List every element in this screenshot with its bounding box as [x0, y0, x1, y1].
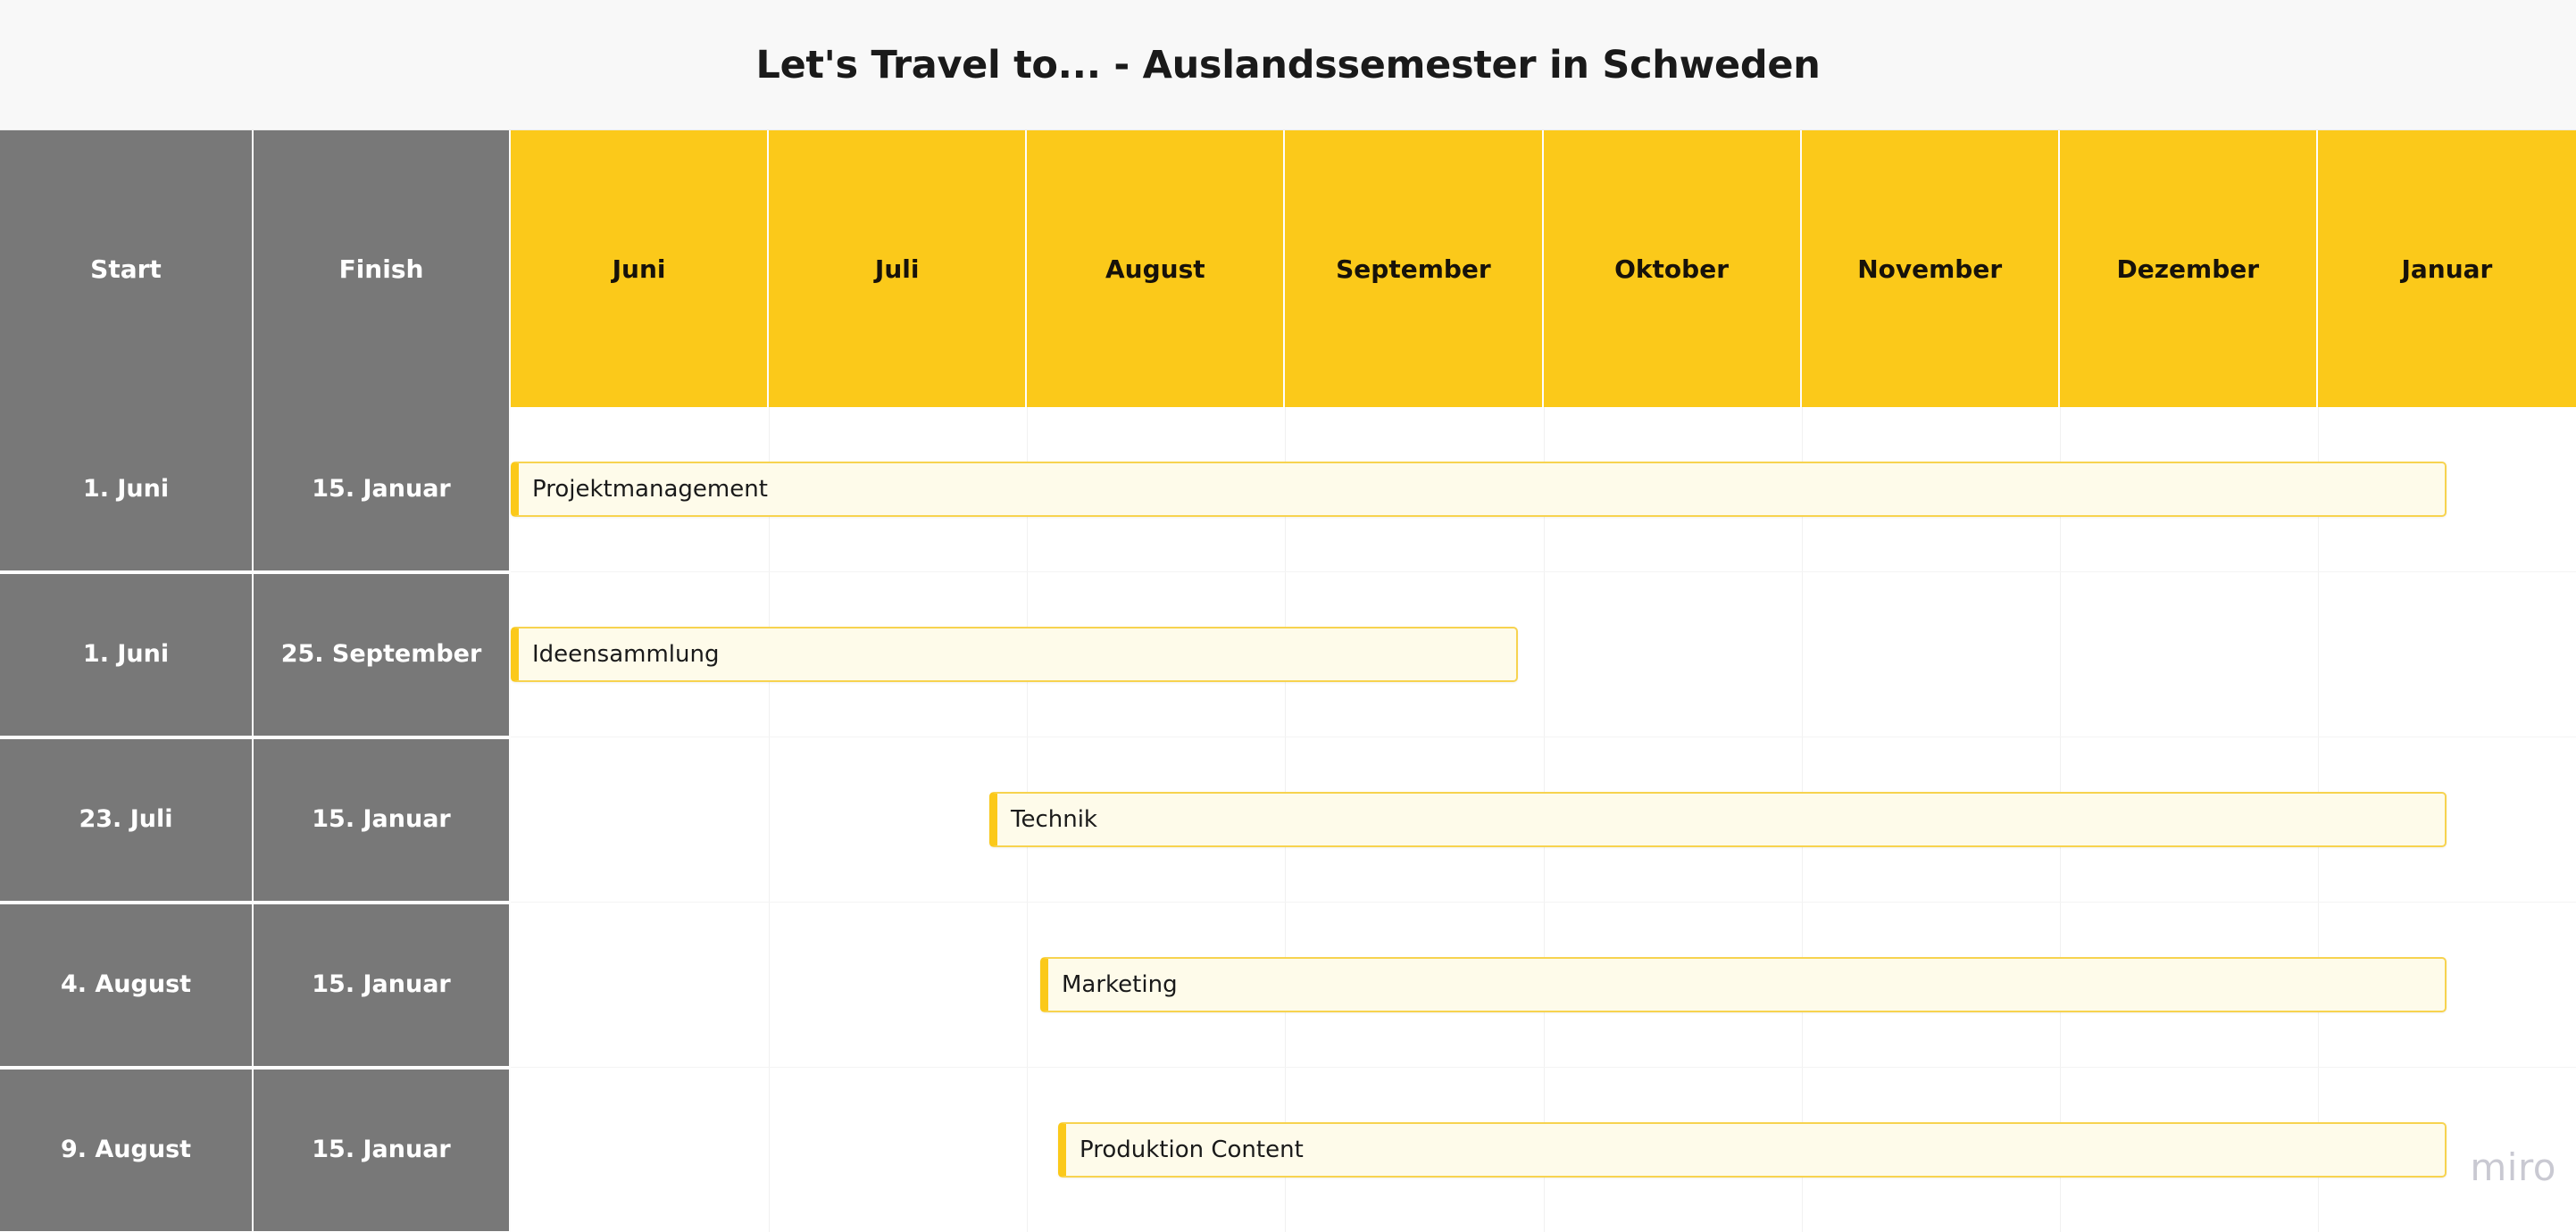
table-row: 9. August 15. Januar Produktion Content [0, 1068, 2576, 1232]
table-header-row: Start Finish Juni Juli August September Oktobe… [0, 130, 2576, 407]
cell-start-date[interactable]: 23. Juli [0, 737, 254, 903]
row-separator [0, 903, 511, 904]
finish-date-text: 15. Januar [312, 970, 451, 998]
grid-line [769, 903, 771, 1068]
table-row: 1. Juni 15. Januar Projektmanagement [0, 407, 2576, 572]
start-date-text: 1. Juni [82, 475, 170, 503]
miro-watermark: miro [2470, 1145, 2556, 1189]
gantt-task-bar[interactable]: Projektmanagement [511, 462, 2447, 517]
column-header-month-oktober-label: Oktober [1614, 254, 1729, 284]
column-header-month-august[interactable]: August [1027, 130, 1286, 407]
grid-line [769, 737, 771, 903]
column-header-finish-label: Finish [338, 254, 424, 284]
cell-finish-date[interactable]: 25. September [254, 572, 511, 737]
gantt-task-label: Produktion Content [1080, 1136, 1304, 1163]
board-title-bar: Let's Travel to... - Auslandssemester in… [0, 0, 2576, 130]
start-date-text: 9. August [60, 1136, 192, 1163]
finish-date-text: 15. Januar [312, 1136, 451, 1163]
column-header-month-august-label: August [1105, 254, 1205, 284]
column-header-month-juni-label: Juni [612, 254, 666, 284]
table-row: 23. Juli 15. Januar Technik [0, 737, 2576, 903]
row-separator [0, 1068, 511, 1070]
gantt-task-bar[interactable]: Ideensammlung [511, 627, 1518, 682]
finish-date-text: 15. Januar [312, 475, 451, 503]
column-header-month-november-label: November [1857, 254, 2003, 284]
gantt-task-bar[interactable]: Marketing [1040, 957, 2447, 1012]
cell-finish-date[interactable]: 15. Januar [254, 1068, 511, 1232]
finish-date-text: 25. September [280, 640, 482, 668]
cell-finish-date[interactable]: 15. Januar [254, 407, 511, 572]
grid-line [2059, 572, 2061, 737]
row-separator [0, 572, 511, 574]
column-header-month-juli[interactable]: Juli [769, 130, 1028, 407]
cell-start-date[interactable]: 1. Juni [0, 572, 254, 737]
column-header-month-september[interactable]: September [1285, 130, 1544, 407]
cell-start-date[interactable]: 4. August [0, 903, 254, 1068]
column-header-start-label: Start [90, 254, 162, 284]
start-date-text: 1. Juni [82, 640, 170, 668]
column-header-month-dezember-label: Dezember [2116, 254, 2260, 284]
gantt-board: Let's Travel to... - Auslandssemester in… [0, 0, 2576, 1232]
page-title: Let's Travel to... - Auslandssemester in… [755, 42, 1821, 87]
gantt-task-bar[interactable]: Produktion Content [1058, 1122, 2447, 1178]
gantt-task-label: Projektmanagement [532, 476, 768, 503]
grid-line [1027, 903, 1029, 1068]
gantt-task-bar[interactable]: Technik [989, 792, 2447, 847]
grid-line [769, 1068, 771, 1232]
grid-line [1801, 572, 1803, 737]
gantt-rows: 1. Juni 15. Januar Projektmanagement 1. Jun… [0, 407, 2576, 1232]
column-header-month-juli-label: Juli [874, 254, 920, 284]
start-date-text: 23. Juli [79, 805, 173, 833]
column-header-start[interactable]: Start [0, 130, 254, 407]
start-date-text: 4. August [60, 970, 192, 998]
column-header-month-november[interactable]: November [1801, 130, 2060, 407]
table-row: 1. Juni 25. September Ideensammlung [0, 572, 2576, 737]
column-header-month-januar-label: Januar [2401, 254, 2493, 284]
column-header-month-januar[interactable]: Januar [2317, 130, 2576, 407]
cell-start-date[interactable]: 9. August [0, 1068, 254, 1232]
grid-line [1027, 1068, 1029, 1232]
gantt-task-label: Ideensammlung [532, 641, 720, 668]
grid-line [2317, 572, 2319, 737]
table-row: 4. August 15. Januar Marketing [0, 903, 2576, 1068]
column-header-month-dezember[interactable]: Dezember [2059, 130, 2318, 407]
finish-date-text: 15. Januar [312, 805, 451, 833]
column-header-month-september-label: September [1336, 254, 1491, 284]
column-header-finish[interactable]: Finish [254, 130, 511, 407]
column-header-month-oktober[interactable]: Oktober [1543, 130, 1802, 407]
gantt-task-label: Marketing [1062, 971, 1178, 998]
cell-start-date[interactable]: 1. Juni [0, 407, 254, 572]
column-header-month-juni[interactable]: Juni [511, 130, 770, 407]
cell-finish-date[interactable]: 15. Januar [254, 737, 511, 903]
cell-finish-date[interactable]: 15. Januar [254, 903, 511, 1068]
row-separator [0, 737, 511, 739]
grid-line [1543, 572, 1545, 737]
gantt-task-label: Technik [1011, 806, 1097, 833]
